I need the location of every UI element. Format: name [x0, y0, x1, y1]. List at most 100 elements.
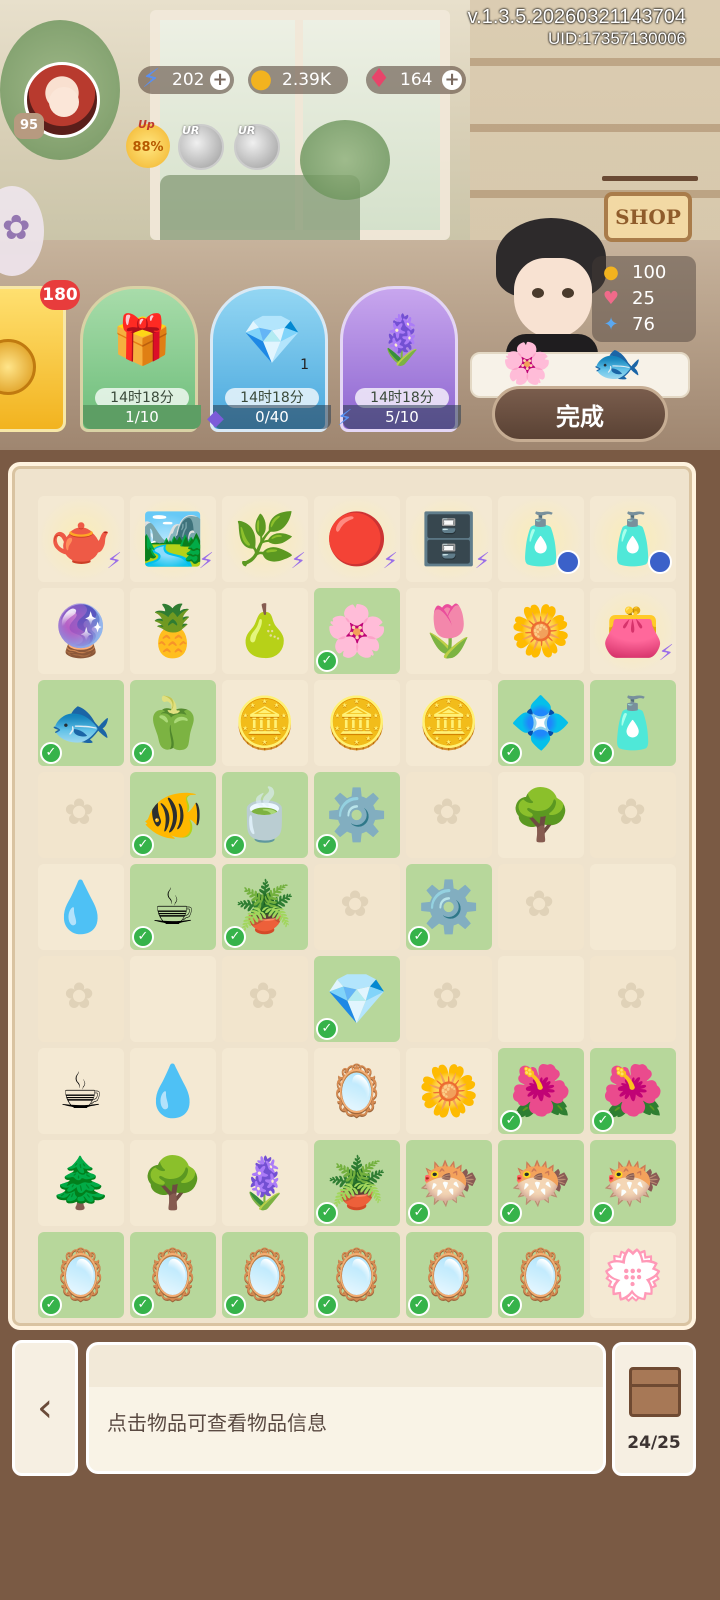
board-cell[interactable]: 🌳: [130, 1140, 216, 1226]
board-cell[interactable]: 🔮: [38, 588, 124, 674]
board-cell[interactable]: 👛 ⚡: [590, 588, 676, 674]
board-item[interactable]: 🪙: [222, 680, 308, 766]
board-item[interactable]: 💮: [590, 1232, 676, 1318]
board-item[interactable]: 🪙: [406, 680, 492, 766]
board-cell[interactable]: 🪴 ✓: [222, 864, 308, 950]
board-item[interactable]: 💧: [38, 864, 124, 950]
board-item[interactable]: 🌼: [498, 588, 584, 674]
gem-counter[interactable]: ♦ 164 +: [366, 65, 466, 94]
board-cell[interactable]: 🌷: [406, 588, 492, 674]
board-cell[interactable]: [590, 956, 676, 1042]
energy-counter[interactable]: ⚡ 202 +: [138, 65, 234, 94]
order-card-lavender[interactable]: 🪻 14时18分 5/10 ⚡: [337, 286, 461, 432]
board-cell[interactable]: 🌿 ⚡: [222, 496, 308, 582]
check-icon: ✓: [500, 742, 522, 764]
board-cell[interactable]: [38, 956, 124, 1042]
board-cell[interactable]: ⚙️ ✓: [406, 864, 492, 950]
board-cell[interactable]: 🪞 ✓: [406, 1232, 492, 1318]
board-cell[interactable]: 🧴: [590, 496, 676, 582]
board-cell[interactable]: 🪙: [314, 680, 400, 766]
board-cell[interactable]: 💎 ✓: [314, 956, 400, 1042]
board-item[interactable]: 🪞: [314, 1048, 400, 1134]
board-cell[interactable]: [498, 864, 584, 950]
board-cell[interactable]: [590, 772, 676, 858]
add-gem-button[interactable]: +: [442, 70, 462, 90]
board-cell[interactable]: 🐠 ✓: [130, 772, 216, 858]
board-cell[interactable]: 🫑 ✓: [130, 680, 216, 766]
back-button[interactable]: ‹: [12, 1340, 78, 1476]
board-item[interactable]: 🍐: [222, 588, 308, 674]
board-cell[interactable]: 🍵 ✓: [222, 772, 308, 858]
complete-order-button[interactable]: 完成: [492, 386, 668, 442]
board-cell[interactable]: [222, 956, 308, 1042]
board-cell[interactable]: 🪞 ✓: [38, 1232, 124, 1318]
board-item[interactable]: 🌷: [406, 588, 492, 674]
board-cell[interactable]: [130, 956, 216, 1042]
shop-sign[interactable]: SHOP: [602, 160, 698, 250]
board-cell[interactable]: 🪞 ✓: [498, 1232, 584, 1318]
board-cell[interactable]: 🫖 ⚡: [38, 496, 124, 582]
board-cell[interactable]: [498, 956, 584, 1042]
board-cell[interactable]: 🧴 ✓: [590, 680, 676, 766]
board-cell[interactable]: 🌺 ✓: [498, 1048, 584, 1134]
up-rate-badge[interactable]: Up 88%: [126, 118, 170, 168]
ur-card-slot[interactable]: UR: [178, 124, 224, 170]
board-cell[interactable]: 🐟 ✓: [38, 680, 124, 766]
board-cell[interactable]: 🪴 ✓: [314, 1140, 400, 1226]
coin-counter[interactable]: ● 2.39K: [248, 65, 348, 94]
board-cell[interactable]: 🏞️ ⚡: [130, 496, 216, 582]
board-cell[interactable]: ☕ ✓: [130, 864, 216, 950]
board-item[interactable]: 🪻: [222, 1140, 308, 1226]
board-cell[interactable]: 🌸 ✓: [314, 588, 400, 674]
board-cell[interactable]: 💠 ✓: [498, 680, 584, 766]
board-item[interactable]: 🪙: [314, 680, 400, 766]
board-item[interactable]: 🌳: [498, 772, 584, 858]
board-cell[interactable]: [406, 772, 492, 858]
inventory-button[interactable]: 24/25: [612, 1342, 696, 1476]
board-cell[interactable]: 🍍: [130, 588, 216, 674]
board-cell[interactable]: ☕: [38, 1048, 124, 1134]
order-card-gift[interactable]: 🎁 14时18分 1/10: [80, 286, 201, 432]
board-cell[interactable]: 🪞 ✓: [130, 1232, 216, 1318]
board-cell[interactable]: 🪞 ✓: [222, 1232, 308, 1318]
board-cell[interactable]: [314, 864, 400, 950]
board-item[interactable]: ☕: [38, 1048, 124, 1134]
board-item[interactable]: 🌲: [38, 1140, 124, 1226]
board-item[interactable]: 🔮: [38, 588, 124, 674]
board-cell[interactable]: 🪞: [314, 1048, 400, 1134]
board-cell[interactable]: 🪞 ✓: [314, 1232, 400, 1318]
board-item[interactable]: 🌼: [406, 1048, 492, 1134]
board-cell[interactable]: [590, 864, 676, 950]
board-cell[interactable]: 🪙: [406, 680, 492, 766]
board-cell[interactable]: 🪻: [222, 1140, 308, 1226]
board-cell[interactable]: ⚙️ ✓: [314, 772, 400, 858]
board-cell[interactable]: 🗄️ ⚡: [406, 496, 492, 582]
board-cell[interactable]: 🧴: [498, 496, 584, 582]
lightning-icon: ⚡: [106, 549, 122, 574]
board-cell[interactable]: 🌲: [38, 1140, 124, 1226]
board-cell[interactable]: 🐡 ✓: [498, 1140, 584, 1226]
board-cell[interactable]: 💧: [130, 1048, 216, 1134]
board-cell[interactable]: 🌼: [406, 1048, 492, 1134]
check-icon: ✓: [408, 926, 430, 948]
board-item[interactable]: 💧: [130, 1048, 216, 1134]
board-cell[interactable]: 🔴 ⚡: [314, 496, 400, 582]
add-energy-button[interactable]: +: [210, 70, 230, 90]
board-cell[interactable]: [222, 1048, 308, 1134]
check-icon: ✓: [224, 1294, 246, 1316]
board-cell[interactable]: [38, 772, 124, 858]
board-cell[interactable]: 💧: [38, 864, 124, 950]
board-cell[interactable]: 🌺 ✓: [590, 1048, 676, 1134]
board-cell[interactable]: 🐡 ✓: [406, 1140, 492, 1226]
board-cell[interactable]: 💮: [590, 1232, 676, 1318]
board-item[interactable]: 🍍: [130, 588, 216, 674]
order-card-gem[interactable]: 💎 1 14时18分 0/40 ◆: [207, 286, 331, 432]
board-item[interactable]: 🌳: [130, 1140, 216, 1226]
ur-card-slot[interactable]: UR: [234, 124, 280, 170]
board-cell[interactable]: 🍐: [222, 588, 308, 674]
board-cell[interactable]: 🪙: [222, 680, 308, 766]
board-cell[interactable]: [406, 956, 492, 1042]
board-cell[interactable]: 🌳: [498, 772, 584, 858]
board-cell[interactable]: 🐡 ✓: [590, 1140, 676, 1226]
board-cell[interactable]: 🌼: [498, 588, 584, 674]
